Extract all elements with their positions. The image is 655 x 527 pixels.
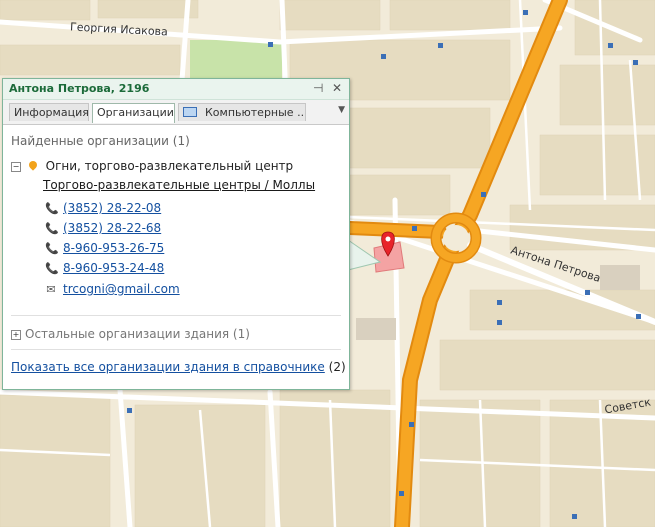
close-icon[interactable]: ✕ [332,81,342,95]
divider [11,349,341,350]
collapse-icon[interactable]: − [11,162,21,172]
other-organizations-label: Остальные организации здания (1) [25,327,250,341]
organization-row: − Огни, торгово-развлекательный центр [11,159,293,173]
phone-link[interactable]: (3852) 28-22-68 [63,221,161,235]
other-organizations-toggle[interactable]: + Остальные организации здания (1) [11,327,250,341]
contact-item: 📞 8-960-953-26-75 [45,241,164,255]
phone-icon: 📞 [45,242,59,255]
contact-item: 📞 8-960-953-24-48 [45,261,164,275]
contact-item: ✉ trcogni@gmail.com [45,282,180,296]
phone-icon: 📞 [45,262,59,275]
contact-item: 📞 (3852) 28-22-68 [45,221,161,235]
org-pin-icon [27,159,39,171]
show-all-count: (2) [328,360,346,374]
popup-title: Антона Петрова, 2196 [9,82,150,95]
monitor-icon [183,107,197,117]
popup-tabs: Информация Организации Компьютерные ... … [3,100,349,125]
tab-computer-label: Компьютерные ... [205,106,306,119]
tab-information[interactable]: Информация [9,103,89,121]
phone-link[interactable]: 8-960-953-26-75 [63,241,164,255]
contact-item: 📞 (3852) 28-22-08 [45,201,161,215]
found-organizations-title: Найденные организации (1) [11,134,190,148]
organization-name: Огни, торгово-развлекательный центр [45,159,294,173]
expand-icon: + [11,330,21,340]
phone-link[interactable]: 8-960-953-24-48 [63,261,164,275]
show-all-row: Показать все организации здания в справо… [11,360,346,374]
phone-link[interactable]: (3852) 28-22-08 [63,201,161,215]
email-link[interactable]: trcogni@gmail.com [63,282,180,296]
divider [11,315,341,316]
organization-popup: Антона Петрова, 2196 ⊣ ✕ Информация Орга… [2,78,350,390]
tabs-menu-icon[interactable]: ▼ [338,105,345,115]
tab-computer[interactable]: Компьютерные ... [178,103,306,121]
popup-header: Антона Петрова, 2196 ⊣ ✕ [3,79,349,100]
show-all-link[interactable]: Показать все организации здания в справо… [11,360,325,374]
organization-category-link[interactable]: Торгово-развлекательные центры / Моллы [43,178,315,192]
tab-organizations[interactable]: Организации [92,103,175,123]
phone-icon: 📞 [45,222,59,235]
mail-icon: ✉ [46,283,56,296]
pin-icon[interactable]: ⊣ [313,81,323,95]
phone-icon: 📞 [45,202,59,215]
